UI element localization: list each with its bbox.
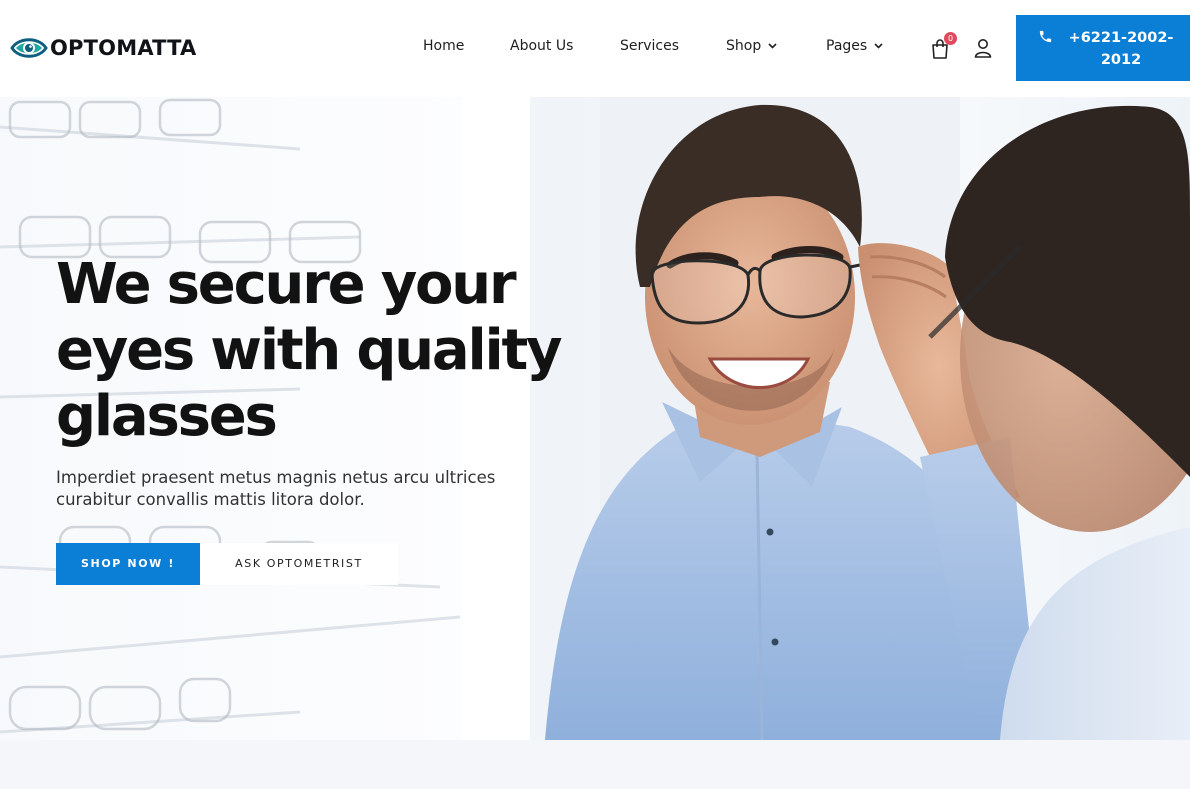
eye-logo-icon [10,38,48,58]
user-icon [974,39,992,58]
nav-item-label: Home [423,38,465,54]
brand-name: OPTOMATTA [50,36,197,60]
nav-item-label: Pages [826,38,868,54]
hero-subtitle: Imperdiet praesent metus magnis netus ar… [56,468,496,509]
chevron-down-icon [874,43,883,49]
ask-optometrist-button[interactable]: ASK OPTOMETRIST [200,543,398,585]
brand-logo[interactable]: OPTOMATTA [10,34,197,62]
cart-button[interactable]: 0 [930,32,957,60]
phone-icon [1039,30,1052,43]
phone-call-button[interactable]: +6221-2002-2012 [1016,15,1190,81]
nav-item-label: Shop [726,38,762,54]
chevron-down-icon [768,43,777,49]
account-button[interactable] [974,38,992,58]
nav-item-about-us[interactable]: About Us [510,38,573,54]
cart-count-badge: 0 [944,32,957,45]
nav-item-label: About Us [510,38,574,54]
shop-now-button[interactable]: SHOP NOW ! [56,543,200,585]
phone-number: +6221-2002-2012 [1068,30,1174,68]
nav-item-shop[interactable]: Shop [726,38,777,54]
nav-item-services[interactable]: Services [620,38,679,54]
hero-title: We secure your eyes with quality glasses [56,252,563,449]
nav-item-pages[interactable]: Pages [826,38,883,54]
hero-section: We secure your eyes with quality glasses… [0,97,1190,740]
next-section-strip [0,740,1190,789]
nav-item-label: Services [620,38,680,54]
nav-item-home[interactable]: Home [423,38,464,54]
site-header: OPTOMATTA Home About Us Services Shop Pa… [0,0,1190,97]
